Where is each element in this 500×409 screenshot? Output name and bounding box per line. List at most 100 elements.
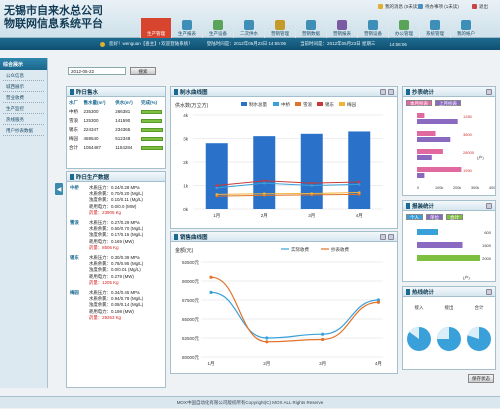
- refresh-icon[interactable]: [380, 234, 386, 240]
- legend-swatch: [317, 102, 323, 106]
- supply-value: 234365: [115, 127, 131, 132]
- refresh-icon[interactable]: [380, 89, 386, 95]
- bar: [417, 113, 425, 118]
- sidebar-item[interactable]: 生产监控: [3, 105, 44, 114]
- nav-icon: [275, 20, 285, 30]
- table-header: 水厂 售水量(m³) 供水(m³) 完成(%): [68, 98, 166, 107]
- nav-icon: [399, 20, 409, 30]
- progress-bar: [141, 118, 162, 123]
- refresh-icon[interactable]: [486, 289, 492, 295]
- logout-link[interactable]: 退出: [472, 3, 488, 10]
- tab-company[interactable]: 单位: [426, 214, 443, 220]
- plant-block: 雪浪 水质压力：0.27/0.29 MPa 水质余氯：0.60/0.70 (Mg/L…: [67, 220, 143, 251]
- sidebar-item[interactable]: 营业收费: [3, 94, 44, 103]
- sales-chart-panel: 销售曲线图 金额(元) 实际收费 抄表收费 80000元 82500元 85000元 875…: [170, 231, 398, 374]
- panel-icon: [70, 88, 74, 95]
- data-point: [215, 184, 219, 187]
- plant-dosage: 药量：8506 Kg: [89, 244, 119, 250]
- nav-item[interactable]: 营销数据: [295, 18, 326, 38]
- data-point: [357, 180, 361, 184]
- progress-cell: [140, 125, 166, 134]
- sidebar-item[interactable]: 热线服务: [3, 116, 44, 125]
- nav-item[interactable]: 生产管理: [140, 18, 171, 38]
- col-header: 水厂: [69, 99, 78, 105]
- unit-label: (户): [463, 274, 470, 280]
- nav-item[interactable]: 生产报表: [171, 18, 202, 38]
- nav-item[interactable]: 二次供水: [233, 18, 264, 38]
- legend-label: 雪浪: [303, 101, 312, 108]
- nav-item[interactable]: 生产设备: [202, 18, 233, 38]
- data-point: [215, 193, 219, 196]
- plant-stat-line: 耗用电力：0.0/0.0 (MW): [89, 203, 137, 209]
- logout-label: 退出: [479, 3, 488, 9]
- nav-label: 系统管理: [426, 31, 444, 36]
- sales-chart: 金额(元) 实际收费 抄表收费 80000元 82500元 85000元 87500元 900…: [175, 246, 383, 367]
- legend-label: 抄表收费: [331, 246, 349, 253]
- series-line: [216, 193, 360, 197]
- sidebar-item[interactable]: 公众信息: [3, 72, 44, 81]
- nav-item[interactable]: 营销管理: [264, 18, 295, 38]
- progress-cell: [140, 107, 166, 116]
- y-tick-label: 87500元: [182, 298, 200, 304]
- tab-this-month[interactable]: 本月抄表: [406, 100, 432, 106]
- tab-last-month[interactable]: 上月抄表: [435, 100, 461, 106]
- tab-total[interactable]: 合计: [446, 214, 463, 220]
- data-label: 28000: [463, 150, 475, 155]
- pie-slice: [437, 327, 449, 339]
- data-point: [262, 179, 266, 183]
- save-state-button[interactable]: 保存状态: [468, 374, 494, 383]
- plant-name: 中桥: [69, 108, 78, 114]
- bar: [348, 131, 371, 209]
- nav-item[interactable]: 营销设备: [357, 18, 388, 38]
- refresh-icon[interactable]: [486, 89, 492, 95]
- todo-label: 待办事项 (1未读): [425, 3, 459, 9]
- col-header: 供水(m³): [115, 99, 133, 105]
- plant-name: 雪浪: [70, 220, 79, 226]
- nav-label: 营销数据: [302, 31, 320, 36]
- meter-title: 抄表统计: [412, 89, 435, 96]
- nav-item[interactable]: 办公管理: [388, 18, 419, 38]
- sidebar-item[interactable]: 城西展示: [3, 83, 44, 92]
- y-tick-label: 80000元: [182, 355, 200, 361]
- nav-item[interactable]: 营销报表: [326, 18, 357, 38]
- x-tick-label: 300k: [471, 186, 479, 190]
- hotline-header: 热线统计: [403, 287, 495, 297]
- hotline-title: 热线统计: [412, 289, 435, 296]
- x-tick-label: 1月: [213, 213, 220, 219]
- data-point: [321, 332, 325, 336]
- x-tick-label: 2月: [261, 213, 268, 219]
- message-icon: [378, 4, 383, 9]
- water-chart-header: 制水曲线图: [171, 87, 397, 97]
- col-header: 完成(%): [141, 99, 157, 105]
- collapse-arrow-icon[interactable]: ◀: [55, 183, 63, 195]
- x-tick-label: 0: [417, 186, 419, 190]
- nav-item[interactable]: 系统管理: [419, 18, 450, 38]
- main-nav: 生产管理 生产报表 生产设备 二次供水 营销管理 营销数据 营销报表 营销设备 办公管理 系统管理…: [140, 18, 500, 38]
- sales-chart-title: 销售曲线图: [180, 234, 208, 241]
- y-axis-label: 金额(元): [175, 247, 194, 254]
- plant-stats: 水质压力：0.30/0.39 MPa 水质余氯：0.78/0.95 (Mg/L) 浊…: [89, 255, 143, 286]
- tab-personal[interactable]: 个人: [406, 214, 423, 220]
- nav-label: 营销管理: [271, 31, 289, 36]
- settings-icon[interactable]: [388, 234, 394, 240]
- messages-link[interactable]: 我的消息 (0未读): [378, 3, 419, 10]
- production-panel: 昨日生产数据 中桥 水质压力：0.24/0.28 MPa 水质余氯：0.70/0.2…: [66, 171, 166, 388]
- legend-swatch: [241, 102, 247, 106]
- plant-block: 梅园 水质压力：0.34/0.45 MPa 水质余氯：0.94/0.78 (Mg/L…: [67, 290, 143, 321]
- legend-label: 中桥: [281, 101, 290, 108]
- water-sales-panel: 昨日售水 水厂 售水量(m³) 供水(m³) 完成(%) 中桥 235300 266…: [66, 86, 166, 169]
- meter-header: 抄表统计: [403, 87, 495, 97]
- sidebar-item[interactable]: 用户抄表数据: [3, 127, 44, 136]
- search-button[interactable]: 搜索: [130, 67, 156, 75]
- nav-item[interactable]: 我的帐户: [450, 18, 481, 38]
- todo-link[interactable]: 待办事项 (1未读): [418, 3, 459, 10]
- user-icon: [100, 41, 105, 47]
- nav-icon: [337, 20, 347, 30]
- nav-label: 办公管理: [395, 31, 413, 36]
- refresh-icon[interactable]: [486, 203, 492, 209]
- bar: [417, 242, 463, 248]
- settings-icon[interactable]: [388, 89, 394, 95]
- nav-label: 生产设备: [209, 31, 227, 36]
- date-input[interactable]: 2012-05-22: [68, 67, 126, 75]
- data-point: [209, 275, 213, 279]
